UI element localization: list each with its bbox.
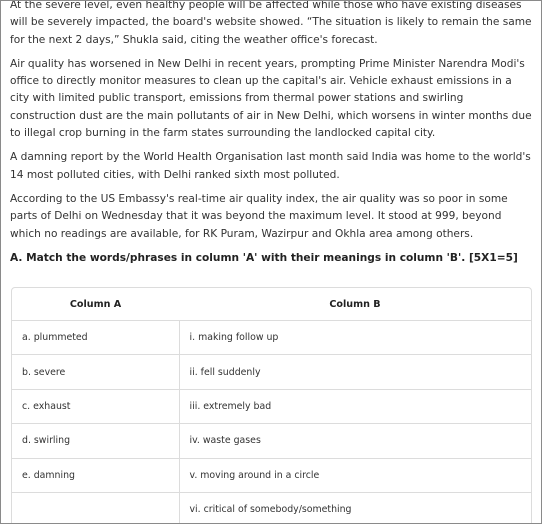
paragraph-3: A damning report by the World Health Org… xyxy=(10,151,531,181)
column-b-cell: vi. critical of somebody/something xyxy=(179,491,531,523)
article-body: At the severe level, even healthy people… xyxy=(1,0,541,266)
table-row: b. severe ii. fell suddenly xyxy=(12,354,531,390)
document-page: At the severe level, even healthy people… xyxy=(0,0,542,524)
table-header-row: Column A Column B xyxy=(12,288,531,321)
match-table-container: Column A Column B a. plummeted i. making… xyxy=(11,287,532,523)
question-heading: A. Match the words/phrases in column 'A'… xyxy=(10,251,518,264)
column-a-header: Column A xyxy=(69,298,122,310)
column-b-cell: iii. extremely bad xyxy=(179,388,531,424)
column-b-cell: i. making follow up xyxy=(179,319,531,355)
table-row: e. damning v. moving around in a circle xyxy=(12,457,531,493)
column-b-cell: v. moving around in a circle xyxy=(179,457,531,493)
table-row: a. plummeted i. making follow up xyxy=(12,319,531,355)
column-a-cell: b. severe xyxy=(12,354,180,390)
column-b-cell: ii. fell suddenly xyxy=(179,354,531,390)
column-a-cell: e. damning xyxy=(12,457,180,493)
column-a-cell: c. exhaust xyxy=(12,388,180,424)
column-b-cell: iv. waste gases xyxy=(179,423,531,459)
column-a-cell xyxy=(12,491,180,523)
table-row: vi. critical of somebody/something xyxy=(12,491,531,523)
table-row: d. swirling iv. waste gases xyxy=(12,423,531,459)
table-row: c. exhaust iii. extremely bad xyxy=(12,388,531,424)
column-b-header: Column B xyxy=(329,298,381,310)
paragraph-1: At the severe level, even healthy people… xyxy=(10,0,532,46)
match-table: Column A Column B a. plummeted i. making… xyxy=(12,288,531,523)
paragraph-4: According to the US Embassy's real-time … xyxy=(10,192,508,240)
paragraph-2: Air quality has worsened in New Delhi in… xyxy=(10,57,532,140)
column-a-cell: d. swirling xyxy=(12,423,180,459)
column-a-cell: a. plummeted xyxy=(12,319,180,355)
